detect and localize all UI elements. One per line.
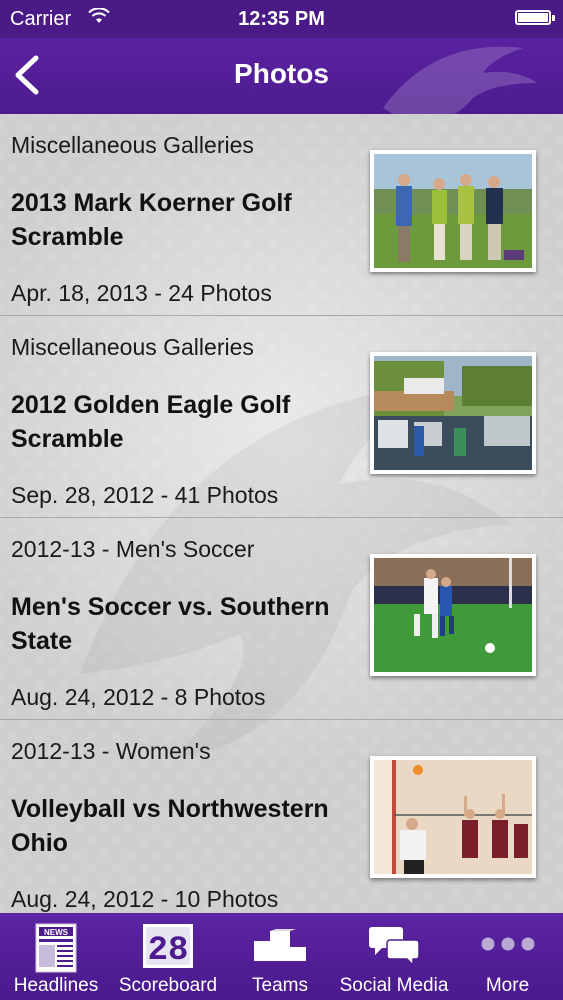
gallery-list-item[interactable]: Miscellaneous Galleries 2012 Golden Eagl… [0, 316, 563, 518]
scoreboard-icon-text: 28 [148, 932, 189, 969]
gallery-thumbnail [370, 554, 536, 676]
tab-social-media-label: Social Media [339, 975, 449, 996]
gallery-list-item[interactable]: Miscellaneous Galleries 2013 Mark Koerne… [0, 114, 563, 316]
gallery-category: Miscellaneous Galleries [11, 334, 254, 360]
gallery-title: Volleyball vs Northwestern Ohio [11, 795, 329, 857]
tab-scoreboard-label: Scoreboard [118, 975, 218, 996]
navigation-bar: Photos [0, 38, 563, 114]
gallery-thumbnail [370, 150, 536, 272]
chat-bubbles-icon [369, 927, 420, 967]
newspaper-icon: NEWS [35, 923, 77, 973]
clock: 12:35 PM [238, 8, 325, 30]
gallery-category: 2012-13 - Men's Soccer [11, 536, 255, 562]
battery-icon [515, 10, 555, 25]
gallery-category: Miscellaneous Galleries [11, 132, 254, 158]
newspaper-icon-text: NEWS [44, 928, 69, 937]
tab-headlines-label: Headlines [13, 975, 99, 996]
gallery-title: Men's Soccer vs. Southern State [11, 593, 330, 655]
tab-headlines[interactable]: NEWS Headlines [0, 913, 112, 1000]
gallery-title: 2013 Mark Koerner Golf Scramble [11, 189, 292, 251]
tab-teams[interactable]: Teams [224, 913, 336, 1000]
gallery-list-item[interactable]: 2012-13 - Women's Volleyball vs Northwes… [0, 720, 563, 913]
tab-more-label: More [485, 975, 530, 996]
tab-more[interactable]: More [452, 913, 563, 1000]
tab-bar: NEWS Headlines 28 Scoreboard Teams Socia… [0, 913, 563, 1000]
gallery-meta: Aug. 24, 2012 - 10 Photos [11, 886, 279, 912]
more-dots-icon [481, 937, 534, 951]
page-title: Photos [234, 58, 329, 89]
tab-social-media[interactable]: Social Media [336, 913, 452, 1000]
tab-teams-label: Teams [252, 975, 308, 996]
gallery-title: 2012 Golden Eagle Golf Scramble [11, 391, 291, 453]
podium-icon [254, 929, 306, 961]
gallery-list[interactable]: Miscellaneous Galleries 2013 Mark Koerne… [0, 114, 563, 913]
gallery-thumbnail [370, 756, 536, 878]
gallery-meta: Sep. 28, 2012 - 41 Photos [11, 482, 279, 508]
status-bar: Carrier 12:35 PM [0, 0, 563, 38]
gallery-list-item[interactable]: 2012-13 - Men's Soccer Men's Soccer vs. … [0, 518, 563, 720]
scoreboard-icon: 28 [143, 924, 193, 969]
gallery-meta: Aug. 24, 2012 - 8 Photos [11, 684, 266, 710]
gallery-meta: Apr. 18, 2013 - 24 Photos [11, 280, 272, 306]
gallery-category: 2012-13 - Women's [11, 738, 211, 764]
gallery-thumbnail [370, 352, 536, 474]
tab-scoreboard[interactable]: 28 Scoreboard [112, 913, 224, 1000]
